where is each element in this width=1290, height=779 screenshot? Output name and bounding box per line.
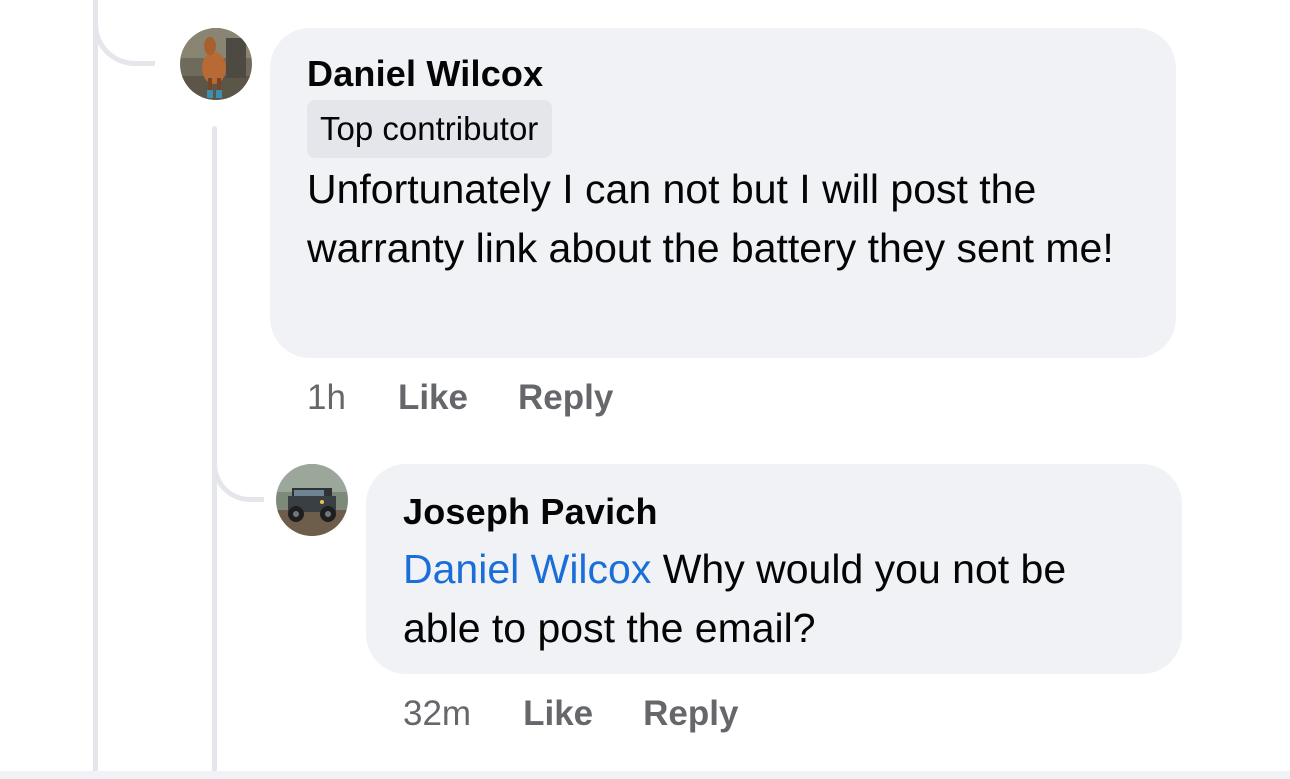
avatar[interactable] <box>180 28 252 100</box>
jeep-photo-icon <box>276 464 348 536</box>
like-button[interactable]: Like <box>523 692 593 736</box>
top-contributor-badge: Top contributor <box>307 100 553 158</box>
bottom-divider <box>0 771 1290 779</box>
thread-line-outer <box>93 0 98 779</box>
like-button[interactable]: Like <box>398 376 468 420</box>
reply-button[interactable]: Reply <box>518 376 613 420</box>
mention-link[interactable]: Daniel Wilcox <box>403 546 651 592</box>
comment-thread: Daniel Wilcox Top contributor Unfortunat… <box>0 0 1290 779</box>
avatar[interactable] <box>276 464 348 536</box>
comment-timestamp[interactable]: 1h <box>307 376 346 420</box>
thread-connector-outer <box>93 0 155 66</box>
comment-text: Daniel Wilcox Why would you not be able … <box>403 540 1146 658</box>
comment-author[interactable]: Joseph Pavich <box>403 490 1146 534</box>
reply-bubble: Joseph Pavich Daniel Wilcox Why would yo… <box>366 464 1182 674</box>
thread-connector-inner <box>212 440 264 502</box>
horse-photo-icon <box>180 28 252 100</box>
comment-bubble: Daniel Wilcox Top contributor Unfortunat… <box>270 28 1176 358</box>
comment-author[interactable]: Daniel Wilcox <box>307 52 1140 96</box>
comment-actions: 1h Like Reply <box>307 376 663 420</box>
comment-timestamp[interactable]: 32m <box>403 692 471 736</box>
reply-button[interactable]: Reply <box>643 692 738 736</box>
comment-actions: 32m Like Reply <box>403 692 788 736</box>
comment-text: Unfortunately I can not but I will post … <box>307 166 1114 271</box>
